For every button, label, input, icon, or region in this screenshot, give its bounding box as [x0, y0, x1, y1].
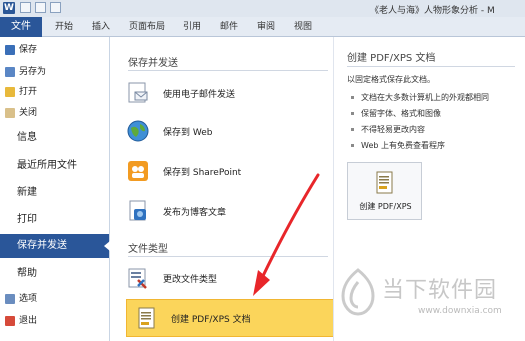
- option-send-email[interactable]: 使用电子邮件发送: [125, 75, 325, 111]
- details-bullet-text: Web 上有免费查看程序: [361, 141, 445, 150]
- backstage-nav: 保存 另存为 打开 关闭 信息 最近所用文件 新建 打印 保存并发送 帮助 选项…: [0, 37, 110, 341]
- nav-open-label: 打开: [19, 87, 38, 97]
- qat-save-icon[interactable]: [20, 2, 31, 13]
- nav-help[interactable]: 帮助: [0, 262, 109, 286]
- option-save-to-sharepoint-label: 保存到 SharePoint: [163, 167, 242, 178]
- option-change-file-type[interactable]: 更改文件类型: [125, 260, 325, 296]
- exit-icon: [5, 316, 15, 326]
- create-pdf-xps-button-label: 创建 PDF/XPS: [359, 202, 412, 211]
- blog-icon: [125, 198, 151, 224]
- details-bullet-text: 不得轻易更改内容: [361, 125, 425, 134]
- nav-close-label: 关闭: [19, 108, 38, 118]
- option-create-pdf-xps[interactable]: 创建 PDF/XPS 文档: [126, 299, 338, 337]
- tab-mailings[interactable]: 邮件: [220, 19, 238, 35]
- nav-recent[interactable]: 最近所用文件: [0, 154, 109, 178]
- bullet-icon: [351, 96, 354, 99]
- details-bullet: 不得轻易更改内容: [351, 124, 425, 135]
- pdf-doc-icon: [133, 305, 159, 331]
- nav-info[interactable]: 信息: [0, 126, 109, 150]
- nav-new[interactable]: 新建: [0, 181, 109, 205]
- save-send-panel: 保存并发送 使用电子邮件发送 保存到 Web 保存到 SharePoint 发布…: [110, 37, 338, 341]
- option-publish-blog-label: 发布为博客文章: [163, 207, 227, 218]
- nav-save-label: 保存: [19, 45, 38, 55]
- section-title-save-send: 保存并发送: [128, 58, 178, 69]
- tab-review[interactable]: 审阅: [257, 19, 275, 35]
- window-title: 《老人与海》人物形象分析 - M: [370, 6, 495, 16]
- save-icon: [5, 45, 15, 55]
- bullet-icon: [351, 112, 354, 115]
- nav-close[interactable]: 关闭: [5, 105, 37, 121]
- nav-save-and-send-label: 保存并发送: [17, 240, 67, 251]
- details-bullet: 文档在大多数计算机上的外观都相同: [351, 92, 489, 103]
- qat-redo-icon[interactable]: [50, 2, 61, 13]
- qat-undo-icon[interactable]: [35, 2, 46, 13]
- tab-insert[interactable]: 插入: [92, 19, 110, 35]
- bullet-icon: [351, 144, 354, 147]
- details-bullet: 保留字体、格式和图像: [351, 108, 441, 119]
- details-bullet-text: 文档在大多数计算机上的外观都相同: [361, 93, 489, 102]
- bullet-icon: [351, 128, 354, 131]
- section-title-file-types: 文件类型: [128, 244, 168, 255]
- option-change-file-type-label: 更改文件类型: [163, 274, 218, 285]
- tab-home[interactable]: 开始: [55, 19, 73, 35]
- sharepoint-icon: [125, 158, 151, 184]
- nav-exit-label: 退出: [19, 316, 38, 326]
- option-save-to-web[interactable]: 保存到 Web: [125, 113, 325, 149]
- create-pdf-xps-button[interactable]: 创建 PDF/XPS: [347, 162, 422, 220]
- divider: [128, 256, 328, 257]
- details-bullet: Web 上有免费查看程序: [351, 140, 445, 151]
- email-icon: [125, 80, 151, 106]
- nav-save-as[interactable]: 另存为: [5, 64, 46, 80]
- options-icon: [5, 294, 15, 304]
- nav-open[interactable]: 打开: [5, 84, 37, 100]
- open-folder-icon: [5, 87, 15, 97]
- save-as-icon: [5, 67, 15, 77]
- tab-references[interactable]: 引用: [183, 19, 201, 35]
- title-bar: W 《老人与海》人物形象分析 - M: [0, 0, 525, 18]
- pdf-doc-icon: [376, 171, 393, 194]
- word-app-icon[interactable]: W: [3, 2, 15, 14]
- quick-access-toolbar: [20, 2, 61, 13]
- details-bullet-text: 保留字体、格式和图像: [361, 109, 441, 118]
- close-doc-icon: [5, 108, 15, 118]
- tab-file[interactable]: 文件: [0, 17, 42, 37]
- nav-save-as-label: 另存为: [19, 67, 47, 77]
- tab-view[interactable]: 视图: [294, 19, 312, 35]
- nav-save-and-send[interactable]: 保存并发送: [0, 234, 110, 258]
- divider: [347, 66, 515, 67]
- ribbon-tab-bar: 开始 插入 页面布局 引用 邮件 审阅 视图: [0, 17, 525, 37]
- watermark-logo: [341, 268, 375, 316]
- nav-exit[interactable]: 退出: [5, 313, 37, 329]
- option-save-to-sharepoint[interactable]: 保存到 SharePoint: [125, 153, 325, 189]
- option-publish-blog[interactable]: 发布为博客文章: [125, 193, 325, 229]
- watermark-brand: 当下软件园: [382, 278, 498, 303]
- nav-print[interactable]: 打印: [0, 208, 109, 232]
- watermark-url: www.downxia.com: [418, 306, 502, 316]
- option-save-to-web-label: 保存到 Web: [163, 127, 213, 138]
- tab-page-layout[interactable]: 页面布局: [129, 19, 165, 35]
- change-type-icon: [125, 265, 151, 291]
- divider: [128, 70, 328, 71]
- details-description: 以固定格式保存此文档。: [347, 75, 435, 84]
- option-create-pdf-xps-label: 创建 PDF/XPS 文档: [171, 314, 251, 325]
- option-send-email-label: 使用电子邮件发送: [163, 89, 236, 100]
- nav-options[interactable]: 选项: [5, 291, 37, 307]
- web-globe-icon: [125, 118, 151, 144]
- nav-save[interactable]: 保存: [5, 42, 37, 58]
- details-title: 创建 PDF/XPS 文档: [347, 53, 436, 64]
- nav-options-label: 选项: [19, 294, 38, 304]
